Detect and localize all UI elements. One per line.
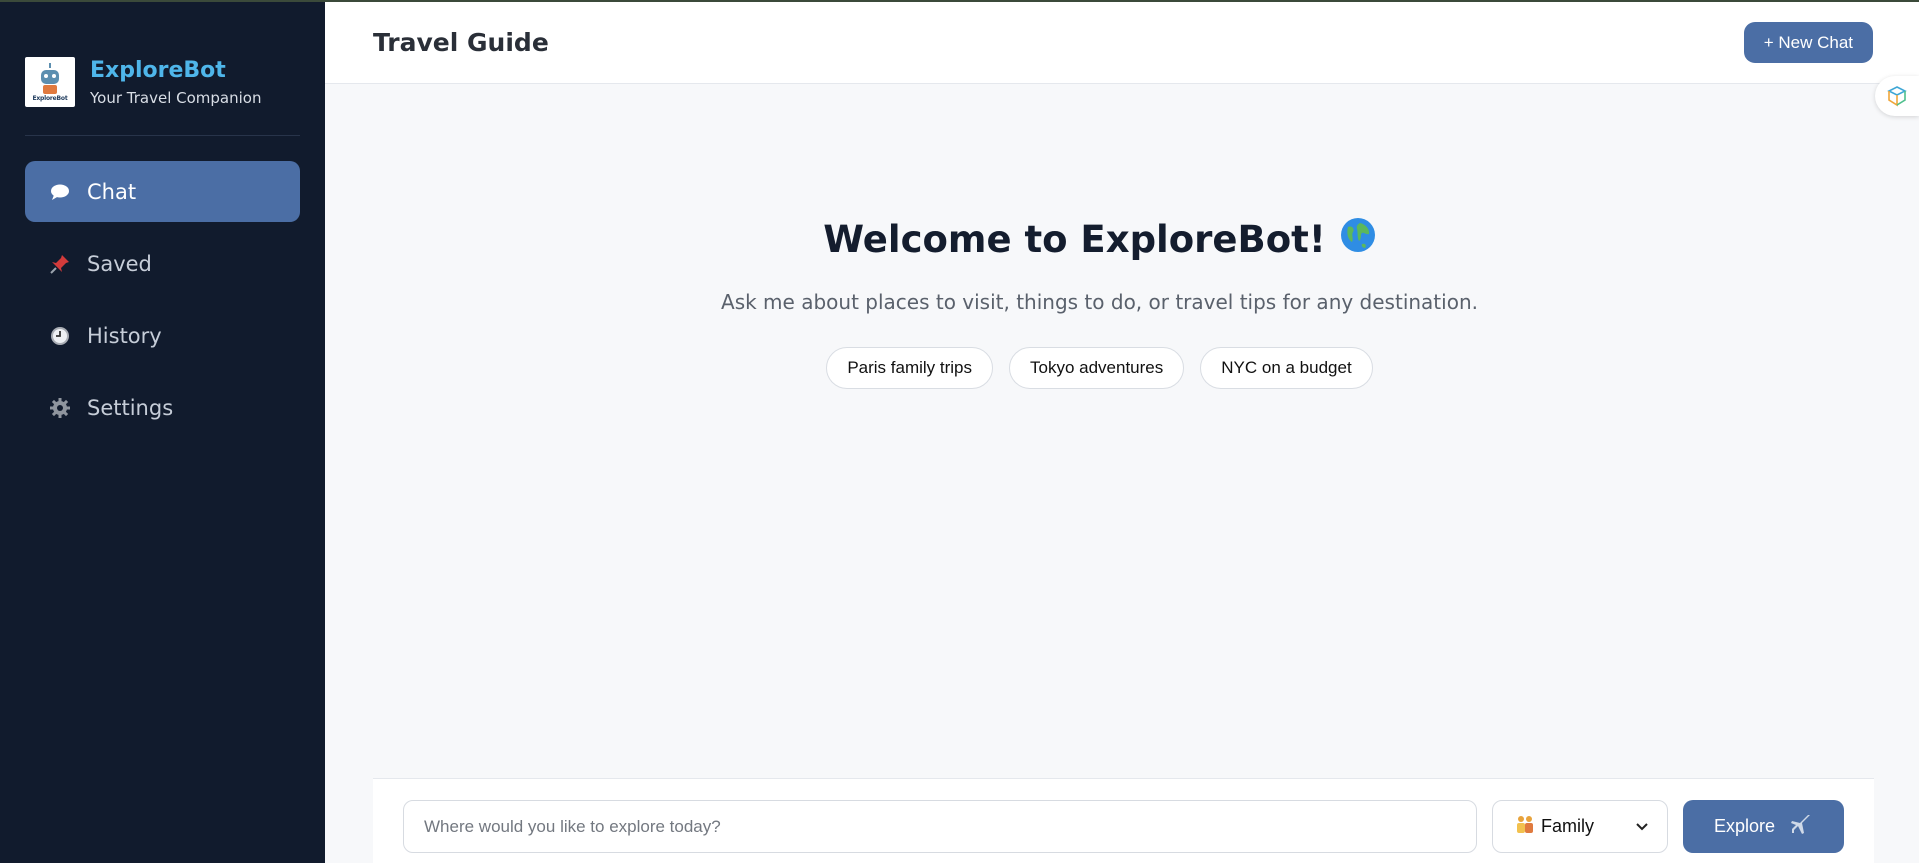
cube-icon (1887, 86, 1907, 107)
explore-button[interactable]: Explore (1683, 800, 1844, 853)
suggestion-chips: Paris family trips Tokyo adventures NYC … (325, 347, 1874, 389)
sidebar-item-settings[interactable]: Settings (25, 377, 300, 438)
sidebar-item-label: Settings (87, 395, 174, 420)
welcome-title: Welcome to ExploreBot! (823, 217, 1375, 262)
explorebot-logo: ExploreBot (25, 57, 75, 107)
sidebar: ExploreBot ExploreBot Your Travel Compan… (0, 2, 325, 863)
chat-input[interactable] (403, 800, 1477, 853)
welcome-title-text: Welcome to ExploreBot! (823, 218, 1326, 261)
sidebar-item-saved[interactable]: Saved (25, 233, 300, 294)
family-icon (1515, 814, 1535, 839)
topbar: Travel Guide + New Chat (325, 2, 1919, 84)
mode-selected-label: Family (1541, 816, 1594, 836)
pushpin-icon (49, 253, 71, 275)
explore-button-label: Explore (1713, 816, 1776, 836)
brand-text: ExploreBot Your Travel Companion (90, 57, 261, 107)
brand-name: ExploreBot (90, 58, 226, 83)
brand-tagline: Your Travel Companion (90, 89, 262, 107)
extension-floating-button[interactable] (1875, 76, 1919, 116)
suggestion-chip-nyc[interactable]: NYC on a budget (1200, 347, 1373, 389)
suggestion-chip-tokyo[interactable]: Tokyo adventures (1009, 347, 1185, 389)
sidebar-nav: Chat Saved History Settings (25, 161, 300, 438)
globe-icon (1340, 217, 1376, 262)
travel-mode-select[interactable]: Family (1492, 800, 1668, 853)
page-title: Travel Guide (373, 28, 549, 57)
main-area: Travel Guide + New Chat Welcome to Explo… (325, 2, 1919, 863)
logo-antenna (49, 62, 51, 68)
sidebar-item-history[interactable]: History (25, 305, 300, 366)
app-root: ExploreBot ExploreBot Your Travel Compan… (0, 0, 1919, 863)
mode-selected: Family (1515, 814, 1594, 839)
sidebar-item-label: Chat (87, 179, 137, 204)
sidebar-item-label: Saved (87, 251, 152, 276)
suggestion-chip-paris[interactable]: Paris family trips (826, 347, 993, 389)
gear-icon (49, 397, 71, 419)
airplane-icon (1789, 812, 1813, 841)
new-chat-button[interactable]: + New Chat (1743, 22, 1873, 63)
brand: ExploreBot ExploreBot Your Travel Compan… (25, 2, 300, 136)
sidebar-item-chat[interactable]: Chat (25, 161, 300, 222)
chevron-down-icon (1635, 817, 1649, 836)
composer: Family Explore (373, 778, 1874, 863)
logo-robot-body (43, 84, 57, 94)
sidebar-item-label: History (87, 323, 162, 348)
robot-icon (41, 69, 59, 84)
welcome-subtitle: Ask me about places to visit, things to … (721, 290, 1478, 314)
speech-bubble-icon (49, 181, 71, 203)
welcome-section: Welcome to ExploreBot! Ask me about plac… (325, 217, 1874, 389)
clock-icon (49, 325, 71, 347)
logo-text: ExploreBot (32, 94, 68, 102)
